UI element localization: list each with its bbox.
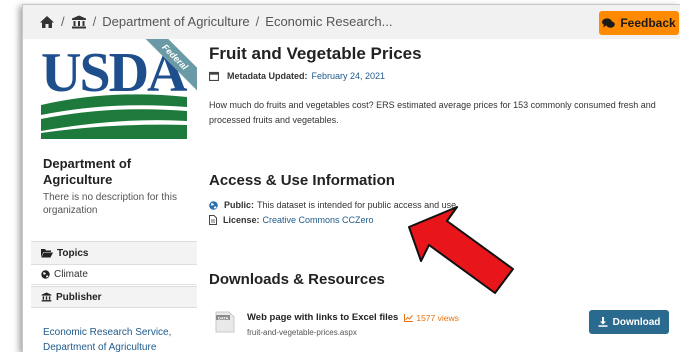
breadcrumb-separator: / — [92, 14, 97, 29]
sidebar: USDA Federal Department of Agriculture T… — [31, 39, 197, 352]
institution-icon[interactable] — [71, 15, 87, 29]
metadata-row: Metadata Updated: February 24, 2021 — [209, 71, 385, 81]
dataset-description: How much do fruits and vegetables cost? … — [209, 100, 656, 125]
file-icon — [209, 215, 217, 225]
home-icon[interactable] — [39, 15, 55, 29]
breadcrumb-org-link[interactable]: Department of Agriculture — [102, 14, 249, 29]
license-link[interactable]: Creative Commons CCZero — [263, 215, 374, 225]
breadcrumb-bar: / / Department of Agriculture / Economic… — [23, 5, 680, 39]
feedback-button[interactable]: Feedback — [599, 11, 679, 35]
views-count: 1577 views — [404, 313, 459, 323]
feedback-label: Feedback — [620, 16, 676, 30]
downloads-heading: Downloads & Resources — [209, 271, 385, 288]
download-icon — [598, 317, 608, 327]
public-label: Public: — [224, 200, 255, 210]
main-content: Fruit and Vegetable Prices Metadata Upda… — [209, 39, 679, 352]
comments-icon — [602, 17, 616, 28]
globe-icon — [41, 270, 50, 279]
page: / / Department of Agriculture / Economic… — [22, 4, 680, 352]
topic-item-label: Climate — [54, 269, 88, 280]
access-heading: Access & Use Information — [209, 172, 395, 189]
publisher-heading: Publisher — [31, 286, 197, 308]
organization-description: There is no description for this organiz… — [43, 192, 177, 216]
resource-name-link[interactable]: Web page with links to Excel files — [247, 312, 398, 323]
license-row: License: Creative Commons CCZero — [209, 215, 374, 225]
publisher-heading-label: Publisher — [56, 291, 102, 303]
views-count-label: 1577 views — [416, 312, 459, 323]
breadcrumb-separator: / — [61, 14, 65, 29]
breadcrumb-separator: / — [255, 14, 260, 29]
institution-icon — [41, 292, 52, 302]
data-file-icon: DATA — [215, 311, 235, 333]
download-label: Download — [612, 316, 661, 328]
folder-open-icon — [41, 249, 53, 258]
organization-name: Department of Agriculture — [43, 156, 132, 187]
red-annotation-arrow — [408, 206, 514, 294]
breadcrumb: / / Department of Agriculture / Economic… — [39, 14, 392, 29]
organization-logo[interactable]: USDA Federal — [31, 39, 197, 149]
globe-icon — [209, 200, 218, 210]
topics-heading-label: Topics — [57, 247, 89, 259]
breadcrumb-dataset-link[interactable]: Economic Research... — [265, 14, 392, 29]
topic-item-climate[interactable]: Climate — [31, 265, 197, 285]
metadata-label: Metadata Updated: — [227, 71, 308, 81]
calendar-icon — [209, 71, 219, 81]
dataset-title: Fruit and Vegetable Prices — [209, 44, 422, 63]
resource-file-name: fruit-and-vegetable-prices.aspx — [247, 328, 357, 337]
download-button[interactable]: Download — [589, 310, 669, 334]
data-file-icon-text: DATA — [218, 315, 229, 320]
license-label: License: — [223, 215, 260, 225]
line-chart-icon — [404, 313, 414, 322]
metadata-date: February 24, 2021 — [311, 71, 386, 81]
resource-row: Web page with links to Excel files 1577 … — [247, 312, 459, 323]
topics-heading: Topics — [31, 241, 197, 265]
publisher-link[interactable]: Economic Research Service, Department of… — [43, 325, 193, 352]
